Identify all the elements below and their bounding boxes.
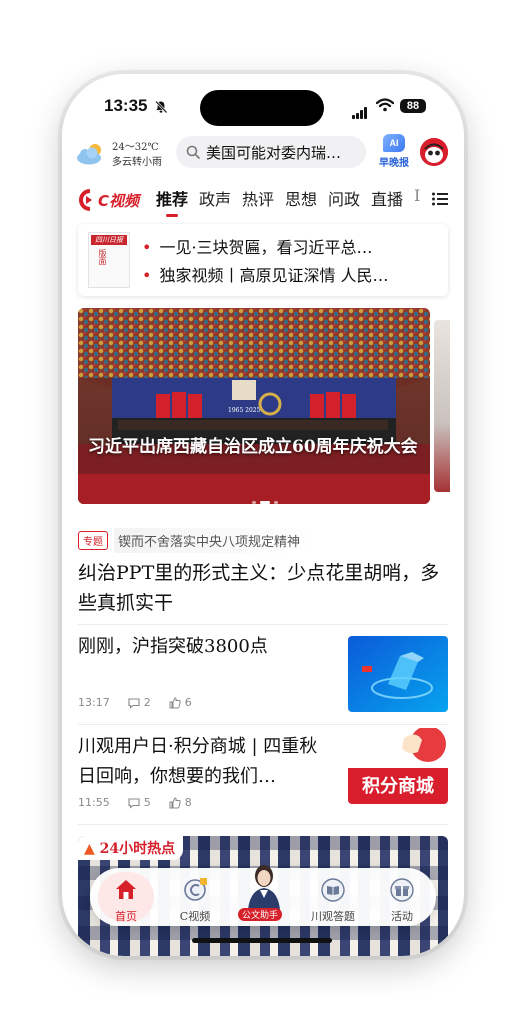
news-time: 11:55 — [78, 796, 110, 809]
nav-home[interactable]: 首页 — [98, 872, 154, 923]
like-count[interactable]: 8 — [169, 796, 192, 809]
tab-recommend[interactable]: 推荐 — [156, 186, 188, 210]
ai-briefing-label: 早晚报 — [379, 158, 409, 169]
divider — [78, 824, 448, 825]
ai-briefing-button[interactable]: AI 早晚报 — [376, 134, 412, 174]
status-bar: 13:35 88 — [62, 94, 464, 122]
news-title-1[interactable]: 刚刚，沪指突破3800点 — [78, 632, 330, 662]
newspaper-thumbnail[interactable]: 四川日报 版面 — [88, 232, 130, 288]
home-icon — [116, 880, 136, 899]
divider — [78, 624, 448, 625]
topic-text[interactable]: 锲而不舍落实中央八项规定精神 — [114, 527, 315, 553]
nav-home-label: 首页 — [115, 910, 137, 923]
user-avatar-icon — [420, 138, 448, 166]
carousel-next-peek[interactable] — [434, 320, 450, 492]
thumb-text: 积分商城 — [362, 775, 434, 797]
ai-icon: AI — [383, 134, 405, 152]
like-count-value: 8 — [184, 796, 192, 809]
logo-text: C视频 — [98, 192, 142, 210]
bell-muted-icon — [155, 100, 168, 114]
avatar[interactable] — [420, 138, 448, 166]
like-count[interactable]: 6 — [169, 696, 192, 709]
menu-icon[interactable] — [432, 192, 448, 206]
top-bar: 24～32℃ 多云转小雨 美国可能对委内瑞… AI 早晚报 — [62, 134, 464, 174]
comment-icon — [128, 797, 140, 809]
news-time: 13:17 — [78, 696, 110, 709]
news-thumbnail-1[interactable] — [348, 636, 448, 712]
tab-zhengsheng[interactable]: 政声 — [199, 186, 231, 210]
active-tab-indicator — [166, 214, 178, 217]
thumbs-up-icon — [169, 796, 181, 808]
status-time: 13:35 — [104, 96, 148, 115]
weather-condition[interactable]: 多云转小雨 — [112, 153, 162, 168]
hot-title: ▲ 24小时热点 — [78, 836, 184, 860]
tab-live[interactable]: 直播 — [371, 186, 403, 210]
comment-count-value: 5 — [143, 796, 151, 809]
news-title-2[interactable]: 川观用户日·积分商城 | 四重秋日回响，你想要的我们… — [78, 732, 330, 792]
gift-icon — [390, 878, 414, 902]
c-video-logo[interactable]: C视频 — [76, 188, 150, 212]
assistant-avatar-icon — [248, 865, 280, 910]
nav-c-video[interactable]: C视频 — [167, 872, 223, 923]
comment-count[interactable]: 5 — [128, 796, 151, 809]
news-thumbnail-2[interactable]: 积分商城 — [348, 728, 448, 804]
news-meta-1: 13:17 2 6 — [78, 696, 210, 709]
thumbs-up-icon — [169, 696, 181, 708]
search-text: 美国可能对委内瑞… — [206, 143, 342, 162]
stock-chart-image — [348, 636, 448, 712]
carousel-indicator — [250, 492, 280, 504]
nav-document-assistant[interactable]: 公文助手 — [236, 862, 292, 926]
newspaper-headline-2[interactable]: 独家视频丨高原见证深情 人民… — [142, 262, 438, 286]
battery-indicator: 88 — [400, 99, 426, 113]
topic-row[interactable]: 专题 锲而不舍落实中央八项规定精神 — [78, 527, 315, 553]
newspaper-headline-1[interactable]: 一见·三块贺匾，看习近平总… — [142, 234, 438, 258]
nav-c-video-label: C视频 — [179, 910, 211, 923]
comment-count-value: 2 — [143, 696, 151, 709]
wifi-icon — [376, 98, 394, 112]
divider — [78, 724, 448, 725]
book-icon — [321, 878, 345, 902]
comment-count[interactable]: 2 — [128, 696, 151, 709]
hero-caption[interactable]: 习近平出席西藏自治区成立60周年庆祝大会 — [88, 434, 422, 460]
hot-title-text: 24小时热点 — [99, 841, 176, 857]
banner-years: 1965 2025 — [228, 407, 261, 414]
tab-wenzheng[interactable]: 问政 — [328, 186, 360, 210]
tab-hot-comments[interactable]: 热评 — [242, 186, 274, 210]
nav-quiz[interactable]: 川观答题 — [305, 872, 361, 923]
hero-carousel[interactable]: 1965 2025 习近平出席西藏自治区成立60周年庆祝大会 — [78, 308, 430, 504]
news-meta-2: 11:55 5 8 — [78, 796, 210, 809]
tab-thought[interactable]: 思想 — [285, 186, 317, 210]
nav-activity-label: 活动 — [391, 910, 413, 923]
nav-activity[interactable]: 活动 — [374, 872, 430, 923]
newspaper-masthead: 四川日报 — [91, 235, 127, 245]
nav-document-assistant-label: 公文助手 — [238, 908, 283, 921]
home-indicator[interactable] — [192, 938, 332, 943]
tab-more-partial[interactable]: I — [414, 186, 420, 205]
newspaper-card[interactable]: 四川日报 版面 一见·三块贺匾，看习近平总… 独家视频丨高原见证深情 人民… — [78, 224, 448, 296]
c-video-logo-icon: C视频 — [79, 189, 142, 211]
nav-quiz-label: 川观答题 — [311, 910, 355, 923]
search-icon — [186, 145, 200, 159]
topic-tag: 专题 — [78, 530, 108, 550]
search-input[interactable]: 美国可能对委内瑞… — [176, 136, 366, 168]
hero-image: 1965 2025 — [78, 308, 430, 504]
newspaper-sub: 版面 — [98, 249, 107, 265]
phone-frame: 13:35 88 24～32℃ 多云转小雨 美国可能对委内瑞… AI 早晚报 C… — [62, 74, 464, 956]
signal-icon — [352, 100, 368, 119]
headline-article[interactable]: 纠治PPT里的形式主义：少点花里胡哨，多些真抓实干 — [78, 558, 444, 618]
channel-tabs: C视频 推荐 政声 热评 思想 问政 直播 I — [62, 184, 464, 218]
points-mall-image: 积分商城 — [348, 728, 448, 804]
like-count-value: 6 — [184, 696, 192, 709]
weather-temp[interactable]: 24～32℃ — [112, 138, 159, 153]
bottom-navigation: 首页 C视频 公文助手 川观答题 活动 — [90, 865, 436, 926]
cloud-sun-icon[interactable] — [74, 142, 108, 166]
fire-icon: ▲ — [84, 841, 95, 857]
comment-icon — [128, 697, 140, 709]
c-video-icon — [184, 878, 207, 901]
